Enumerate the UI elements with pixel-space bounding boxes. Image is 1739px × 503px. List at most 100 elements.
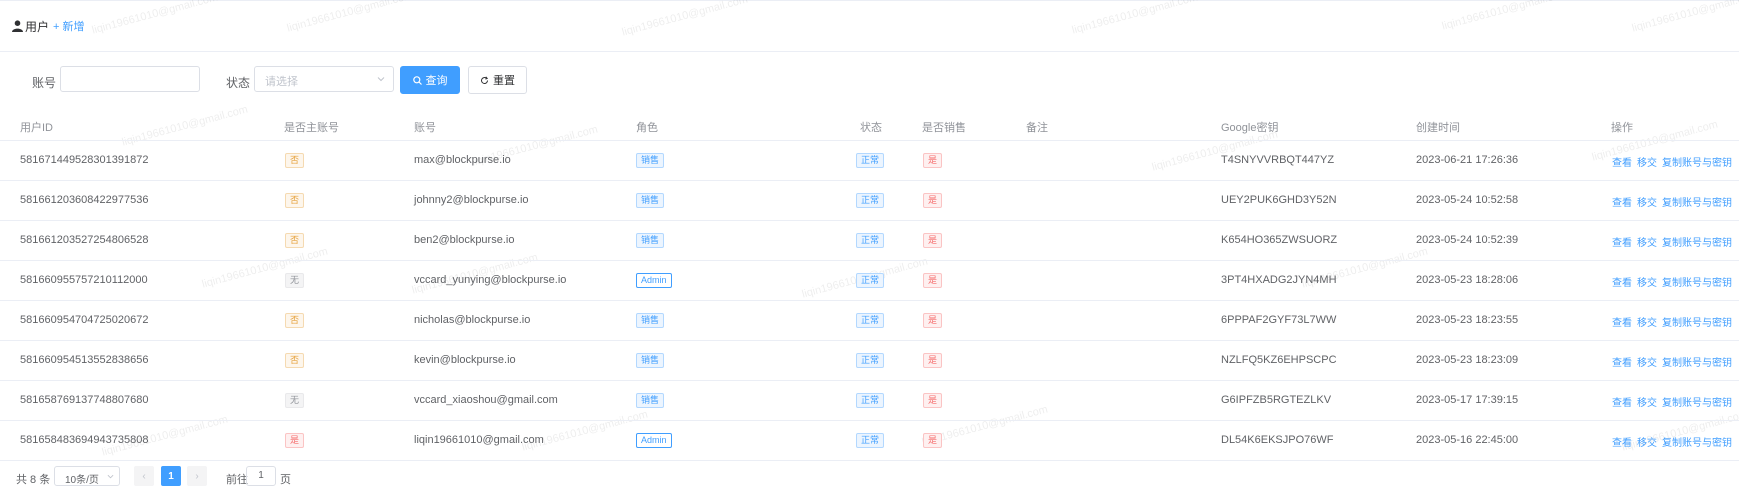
status-select-placeholder: 请选择: [265, 76, 298, 88]
user-id-cell: 581658769137748807680: [20, 394, 149, 406]
page-size-select[interactable]: 10条/页: [54, 466, 120, 486]
sales-tag: 是: [923, 193, 943, 208]
chevron-right-icon: ›: [195, 470, 199, 482]
transfer-link[interactable]: 移交: [1637, 154, 1657, 169]
goto-page-input[interactable]: 1: [246, 466, 276, 486]
sales-tag: 是: [923, 393, 943, 408]
main-account-tag: 无: [285, 273, 305, 288]
add-user-button[interactable]: + 新增: [53, 18, 85, 34]
pagination: 共 8 条 10条/页 ‹ 1 › 前往 1 页: [0, 466, 1739, 488]
column-header: 是否销售: [922, 122, 966, 134]
user-id-cell: 581660954513552838656: [20, 354, 149, 366]
copy-account-key-link[interactable]: 复制账号与密钥: [1662, 394, 1732, 409]
transfer-link[interactable]: 移交: [1637, 234, 1657, 249]
filter-bar: 账号 状态 请选择 查询 重置: [0, 66, 1739, 94]
created-time-cell: 2023-05-17 17:39:15: [1416, 394, 1519, 406]
copy-account-key-link[interactable]: 复制账号与密钥: [1662, 434, 1732, 449]
transfer-link[interactable]: 移交: [1637, 434, 1657, 449]
column-header: 操作: [1611, 122, 1633, 134]
table-header: 用户ID 是否主账号 账号 角色 状态 是否销售 备注 Google密钥 创建时…: [0, 110, 1739, 141]
account-filter-label: 账号: [32, 76, 57, 90]
view-link[interactable]: 查看: [1612, 154, 1632, 169]
account-cell: vccard_xiaoshou@gmail.com: [414, 394, 558, 406]
google-key-cell: NZLFQ5KZ6EHPSCPC: [1221, 354, 1337, 366]
copy-account-key-link[interactable]: 复制账号与密钥: [1662, 274, 1732, 289]
table-row: 581660954704725020672 否 nicholas@blockpurs…: [0, 301, 1739, 341]
transfer-link[interactable]: 移交: [1637, 194, 1657, 209]
created-time-cell: 2023-05-16 22:45:00: [1416, 434, 1519, 446]
view-link[interactable]: 查看: [1612, 354, 1632, 369]
account-cell: nicholas@blockpurse.io: [414, 314, 531, 326]
account-cell: liqin19661010@gmail.com: [414, 434, 544, 446]
transfer-link[interactable]: 移交: [1637, 274, 1657, 289]
view-link[interactable]: 查看: [1612, 274, 1632, 289]
view-link[interactable]: 查看: [1612, 394, 1632, 409]
table-row: 581671449528301391872 否 max@blockpurse.io 销…: [0, 141, 1739, 181]
role-tag: 销售: [636, 233, 665, 248]
sales-tag: 是: [923, 153, 943, 168]
chevron-down-icon: [107, 474, 114, 479]
google-key-cell: T4SNYVVRBQT447YZ: [1221, 154, 1335, 166]
role-tag: 销售: [636, 313, 665, 328]
role-tag: Admin: [636, 273, 672, 288]
status-tag: 正常: [856, 273, 885, 288]
reset-button[interactable]: 重置: [468, 66, 527, 94]
main-account-tag: 否: [285, 153, 305, 168]
sales-tag: 是: [923, 233, 943, 248]
role-tag: 销售: [636, 393, 665, 408]
main-account-tag: 否: [285, 193, 305, 208]
status-tag: 正常: [856, 433, 885, 448]
next-page-button[interactable]: ›: [187, 466, 207, 486]
view-link[interactable]: 查看: [1612, 434, 1632, 449]
search-button[interactable]: 查询: [400, 66, 460, 94]
page-number-current[interactable]: 1: [161, 466, 181, 486]
chevron-left-icon: ‹: [142, 470, 146, 482]
copy-account-key-link[interactable]: 复制账号与密钥: [1662, 194, 1732, 209]
goto-suffix: 页: [280, 474, 291, 486]
goto-prefix: 前往: [226, 474, 248, 486]
main-account-tag: 否: [285, 233, 305, 248]
transfer-link[interactable]: 移交: [1637, 394, 1657, 409]
google-key-cell: 3PT4HXADG2JYN4MH: [1221, 274, 1337, 286]
account-cell: johnny2@blockpurse.io: [414, 194, 529, 206]
google-key-cell: UEY2PUK6GHD3Y52N: [1221, 194, 1337, 206]
column-header: 账号: [414, 122, 436, 134]
page-title: 用户: [25, 19, 50, 34]
copy-account-key-link[interactable]: 复制账号与密钥: [1662, 354, 1732, 369]
account-cell: ben2@blockpurse.io: [414, 234, 515, 246]
search-icon: [412, 75, 422, 85]
prev-page-button[interactable]: ‹: [134, 466, 154, 486]
table-row: 581658769137748807680 无 vccard_xiaoshou@gm…: [0, 381, 1739, 421]
copy-account-key-link[interactable]: 复制账号与密钥: [1662, 314, 1732, 329]
column-header: 角色: [636, 122, 658, 134]
sales-tag: 是: [923, 353, 943, 368]
column-header: 是否主账号: [284, 122, 339, 134]
status-tag: 正常: [856, 233, 885, 248]
chevron-down-icon: [377, 77, 385, 82]
refresh-icon: [481, 75, 489, 84]
google-key-cell: G6IPFZB5RGTEZLKV: [1221, 394, 1332, 406]
account-input[interactable]: [60, 66, 200, 92]
created-time-cell: 2023-05-23 18:28:06: [1416, 274, 1519, 286]
role-tag: 销售: [636, 193, 665, 208]
users-table: 用户ID 是否主账号 账号 角色 状态 是否销售 备注 Google密钥 创建时…: [0, 110, 1739, 461]
user-id-cell: 581660954704725020672: [20, 314, 149, 326]
view-link[interactable]: 查看: [1612, 314, 1632, 329]
transfer-link[interactable]: 移交: [1637, 314, 1657, 329]
main-account-tag: 否: [285, 353, 305, 368]
status-select[interactable]: 请选择: [254, 66, 394, 92]
transfer-link[interactable]: 移交: [1637, 354, 1657, 369]
copy-account-key-link[interactable]: 复制账号与密钥: [1662, 234, 1732, 249]
status-tag: 正常: [856, 393, 885, 408]
main-account-tag: 无: [285, 393, 305, 408]
user-icon: [12, 20, 23, 32]
total-count: 共 8 条: [16, 474, 51, 486]
view-link[interactable]: 查看: [1612, 234, 1632, 249]
status-tag: 正常: [856, 153, 885, 168]
view-link[interactable]: 查看: [1612, 194, 1632, 209]
status-tag: 正常: [856, 353, 885, 368]
main-account-tag: 否: [285, 313, 305, 328]
copy-account-key-link[interactable]: 复制账号与密钥: [1662, 154, 1732, 169]
account-cell: kevin@blockpurse.io: [414, 354, 516, 366]
column-header: Google密钥: [1221, 122, 1279, 134]
